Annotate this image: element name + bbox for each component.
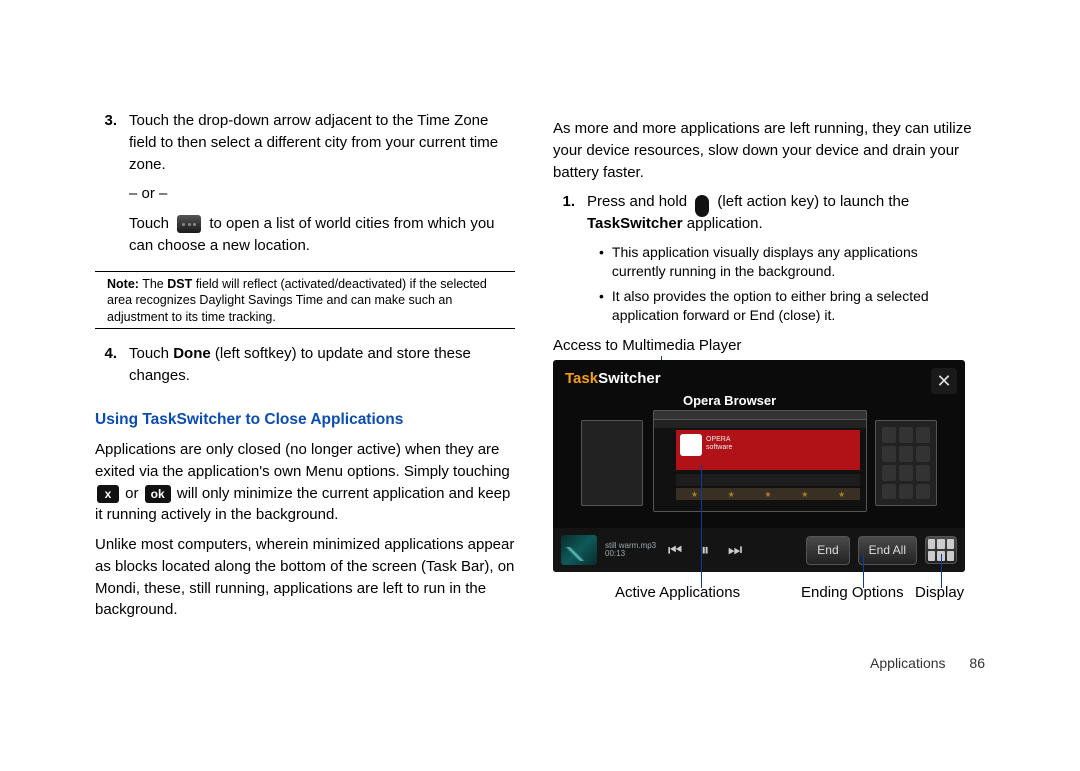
note-label: Note: xyxy=(107,277,139,291)
right-column: As more and more applications are left r… xyxy=(553,110,973,629)
bullet-1: • This application visually displays any… xyxy=(599,243,973,281)
bullet-icon: • xyxy=(599,243,604,281)
close-button[interactable]: ✕ xyxy=(931,368,957,394)
album-art-icon xyxy=(561,535,597,565)
prev-button[interactable]: ⏮ xyxy=(664,539,686,562)
media-control-bar: still warm.mp3 00:13 ⏮ ⏸ ⏭ End End All xyxy=(553,528,965,572)
app-card-right[interactable] xyxy=(875,420,937,506)
ok-key-icon: ok xyxy=(145,485,171,503)
touch-prefix: Touch xyxy=(129,215,169,232)
app-carousel: OPERAsoftware ★★★★★ xyxy=(553,410,965,514)
end-all-button[interactable]: End All xyxy=(858,536,917,565)
next-button[interactable]: ⏭ xyxy=(724,539,746,562)
bullet-2-text: It also provides the option to either br… xyxy=(612,287,973,325)
leader-line xyxy=(701,464,702,588)
step-number: 3. xyxy=(95,110,117,175)
para-resources: As more and more applications are left r… xyxy=(553,118,973,183)
end-button[interactable]: End xyxy=(806,536,849,565)
opera-text: OPERAsoftware xyxy=(706,436,732,451)
note-rule-bottom xyxy=(95,328,515,329)
bullet-1-text: This application visually displays any a… xyxy=(612,243,973,281)
step-number: 4. xyxy=(95,343,117,387)
step-1-text: Press and hold (left action key) to laun… xyxy=(587,191,973,235)
step-4-text: Touch Done (left softkey) to update and … xyxy=(129,343,515,387)
app-card-center[interactable]: OPERAsoftware ★★★★★ xyxy=(653,410,867,512)
globe-icon xyxy=(177,215,201,233)
app-card-left[interactable] xyxy=(581,420,643,506)
manual-page: 3. Touch the drop-down arrow adjacent to… xyxy=(95,110,995,629)
left-action-key-icon xyxy=(695,195,709,217)
step-4: 4. Touch Done (left softkey) to update a… xyxy=(95,343,515,387)
current-app-label: Opera Browser xyxy=(683,392,776,411)
bullet-icon: • xyxy=(599,287,604,325)
label-display: Display xyxy=(915,582,964,604)
section-heading: Using TaskSwitcher to Close Applications xyxy=(95,409,515,431)
track-meta: still warm.mp3 00:13 xyxy=(605,542,656,560)
page-footer: Applications 86 xyxy=(870,655,985,671)
screenshot-labels: Active Applications Ending Options Displ… xyxy=(553,582,965,604)
left-column: 3. Touch the drop-down arrow adjacent to… xyxy=(95,110,515,629)
touch-globe-line: Touch to open a list of world cities fro… xyxy=(129,213,515,257)
taskswitcher-screenshot: TaskSwitcher ✕ Opera Browser OPERA xyxy=(553,360,965,572)
pause-button[interactable]: ⏸ xyxy=(694,539,716,562)
x-key-icon: x xyxy=(97,485,119,503)
taskswitcher-name: TaskSwitcher xyxy=(587,215,683,232)
step-number: 1. xyxy=(553,191,575,235)
track-time: 00:13 xyxy=(605,550,656,559)
bullet-2: • It also provides the option to either … xyxy=(599,287,973,325)
caption-multimedia: Access to Multimedia Player xyxy=(553,335,973,357)
label-ending-options: Ending Options xyxy=(801,582,904,604)
step-3: 3. Touch the drop-down arrow adjacent to… xyxy=(95,110,515,175)
note-block: Note: The DST field will reflect (activa… xyxy=(95,276,515,327)
footer-section: Applications xyxy=(870,655,946,671)
done-label: Done xyxy=(173,345,211,362)
para-close-apps-1: Applications are only closed (no longer … xyxy=(95,439,515,526)
note-prefix: The xyxy=(142,277,167,291)
note-rule-top xyxy=(95,271,515,272)
step-3-text: Touch the drop-down arrow adjacent to th… xyxy=(129,110,515,175)
para-close-apps-2: Unlike most computers, wherein minimized… xyxy=(95,534,515,621)
opera-logo-icon xyxy=(680,434,702,456)
step-1: 1. Press and hold (left action key) to l… xyxy=(553,191,973,235)
label-active-apps: Active Applications xyxy=(615,582,740,604)
footer-page: 86 xyxy=(969,655,985,671)
taskswitcher-title: TaskSwitcher xyxy=(565,368,661,390)
note-dst: DST xyxy=(167,277,192,291)
or-separator: – or – xyxy=(129,183,515,205)
